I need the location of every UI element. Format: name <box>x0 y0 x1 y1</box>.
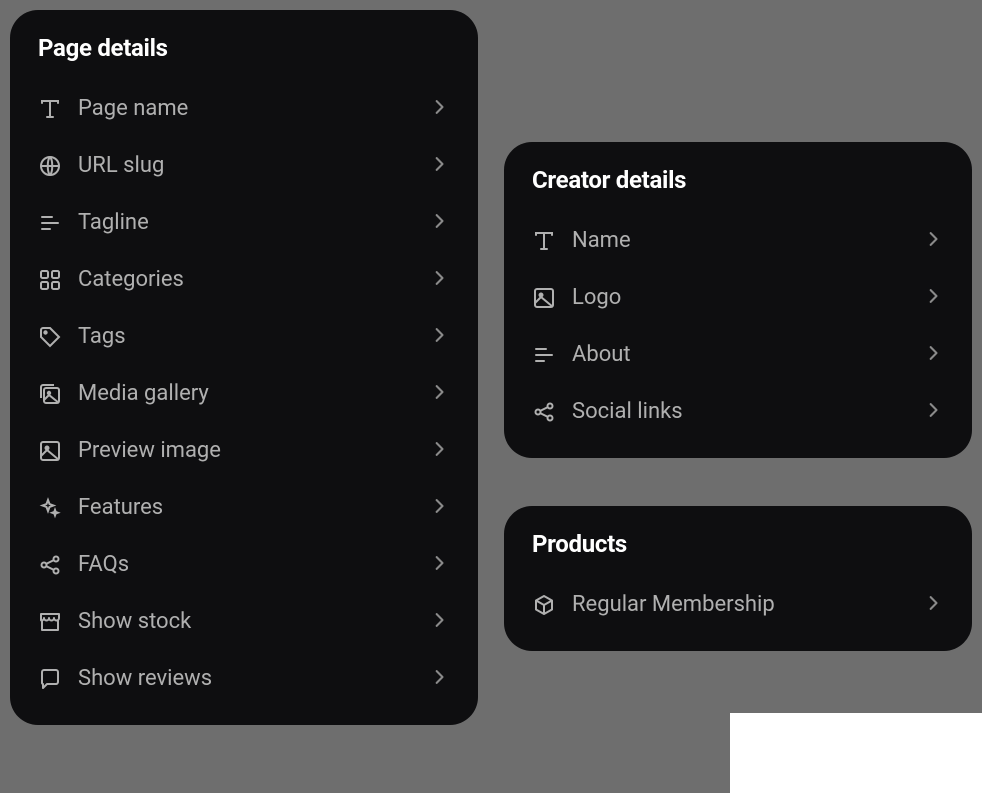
white-overlay <box>730 713 982 793</box>
gallery-icon <box>38 382 62 406</box>
menu-item-label: About <box>572 342 908 367</box>
menu-item-label: Features <box>78 495 414 520</box>
share-icon <box>38 553 62 577</box>
menu-item-social-links[interactable]: Social links <box>504 383 972 440</box>
menu-item-show-reviews[interactable]: Show reviews <box>10 650 478 707</box>
menu-item-label: Regular Membership <box>572 592 908 617</box>
menu-item-preview-image[interactable]: Preview image <box>10 422 478 479</box>
menu-item-label: Show reviews <box>78 666 414 691</box>
chevron-right-icon <box>430 439 450 463</box>
menu-item-tagline[interactable]: Tagline <box>10 194 478 251</box>
share-icon <box>532 400 556 424</box>
menu-item-label: Preview image <box>78 438 414 463</box>
chevron-right-icon <box>924 343 944 367</box>
menu-item-features[interactable]: Features <box>10 479 478 536</box>
chevron-right-icon <box>924 229 944 253</box>
lines-icon <box>532 343 556 367</box>
menu-item-label: Social links <box>572 399 908 424</box>
grid-icon <box>38 268 62 292</box>
tag-icon <box>38 325 62 349</box>
chevron-right-icon <box>430 382 450 406</box>
cube-icon <box>532 593 556 617</box>
storefront-icon <box>38 610 62 634</box>
menu-item-categories[interactable]: Categories <box>10 251 478 308</box>
menu-item-label: Show stock <box>78 609 414 634</box>
menu-item-label: Logo <box>572 285 908 310</box>
chat-icon <box>38 667 62 691</box>
page-details-panel: Page details Page name URL slug Tagline … <box>10 10 478 725</box>
menu-item-label: Name <box>572 228 908 253</box>
image-icon <box>38 439 62 463</box>
menu-item-url-slug[interactable]: URL slug <box>10 137 478 194</box>
chevron-right-icon <box>430 553 450 577</box>
creator-details-panel: Creator details Name Logo About Social l… <box>504 142 972 458</box>
creator-details-title: Creator details <box>504 166 972 212</box>
chevron-right-icon <box>924 286 944 310</box>
menu-item-label: Tagline <box>78 210 414 235</box>
menu-item-label: Page name <box>78 96 414 121</box>
chevron-right-icon <box>430 325 450 349</box>
chevron-right-icon <box>430 211 450 235</box>
menu-item-show-stock[interactable]: Show stock <box>10 593 478 650</box>
type-icon <box>532 229 556 253</box>
chevron-right-icon <box>924 400 944 424</box>
chevron-right-icon <box>430 496 450 520</box>
menu-item-faqs[interactable]: FAQs <box>10 536 478 593</box>
lines-icon <box>38 211 62 235</box>
menu-item-label: Categories <box>78 267 414 292</box>
image-icon <box>532 286 556 310</box>
page-details-title: Page details <box>10 34 478 80</box>
products-panel: Products Regular Membership <box>504 506 972 651</box>
menu-item-page-name[interactable]: Page name <box>10 80 478 137</box>
menu-item-about[interactable]: About <box>504 326 972 383</box>
chevron-right-icon <box>430 154 450 178</box>
menu-item-label: Tags <box>78 324 414 349</box>
menu-item-label: URL slug <box>78 153 414 178</box>
menu-item-tags[interactable]: Tags <box>10 308 478 365</box>
menu-item-label: Media gallery <box>78 381 414 406</box>
chevron-right-icon <box>924 593 944 617</box>
menu-item-name[interactable]: Name <box>504 212 972 269</box>
chevron-right-icon <box>430 268 450 292</box>
chevron-right-icon <box>430 97 450 121</box>
chevron-right-icon <box>430 610 450 634</box>
globe-icon <box>38 154 62 178</box>
products-title: Products <box>504 530 972 576</box>
type-icon <box>38 97 62 121</box>
sparkle-icon <box>38 496 62 520</box>
menu-item-regular-membership[interactable]: Regular Membership <box>504 576 972 633</box>
menu-item-logo[interactable]: Logo <box>504 269 972 326</box>
chevron-right-icon <box>430 667 450 691</box>
menu-item-media-gallery[interactable]: Media gallery <box>10 365 478 422</box>
menu-item-label: FAQs <box>78 552 414 577</box>
